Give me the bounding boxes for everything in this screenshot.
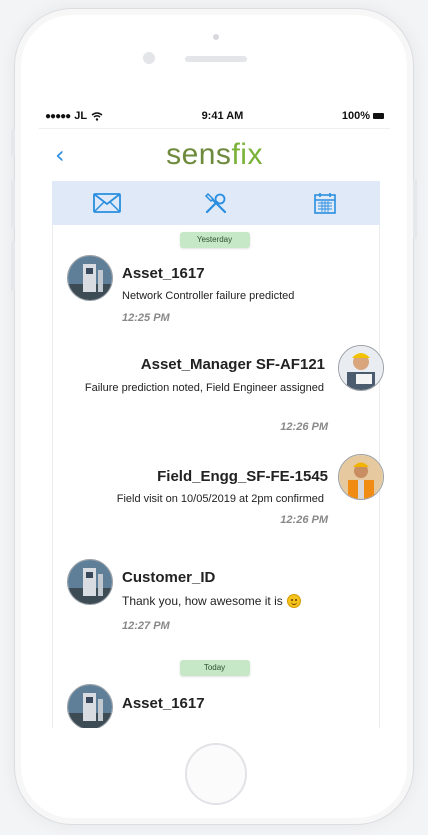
asset-avatar bbox=[67, 684, 113, 728]
message-text: Failure prediction noted, Field Engineer… bbox=[84, 382, 324, 394]
carrier-label: JL bbox=[74, 110, 88, 122]
message-time: 12:27 PM bbox=[122, 620, 170, 632]
date-divider-today: Today bbox=[179, 660, 250, 676]
message-time: 12:25 PM bbox=[122, 312, 170, 324]
home-button[interactable] bbox=[185, 743, 247, 805]
app-header: ‹ sensfix bbox=[39, 129, 390, 181]
battery-icon bbox=[373, 113, 384, 119]
smile-emoji-icon bbox=[286, 594, 301, 608]
message-text: Network Controller failure predicted bbox=[122, 290, 295, 302]
status-time: 9:41 AM bbox=[201, 110, 244, 122]
mail-icon[interactable] bbox=[92, 191, 122, 215]
front-camera bbox=[143, 52, 155, 64]
asset-avatar bbox=[67, 255, 113, 301]
earpiece-speaker bbox=[185, 56, 247, 62]
message-text: Thank you, how awesome it is bbox=[122, 594, 301, 608]
volume-up-button bbox=[11, 179, 15, 229]
app-screen: ●●●●● JL 9:41 AM 100% ‹ sensfix Yesterda… bbox=[39, 104, 390, 728]
chat-thread[interactable]: Yesterday Asset_1617 Network Controller … bbox=[39, 225, 390, 728]
wifi-icon bbox=[91, 111, 103, 121]
tools-icon[interactable] bbox=[201, 191, 231, 215]
message-item: Customer_ID Thank you, how awesome it is… bbox=[39, 548, 390, 660]
sender-name: Asset_1617 bbox=[122, 695, 205, 712]
date-divider-yesterday: Yesterday bbox=[179, 232, 250, 248]
message-time: 12:26 PM bbox=[280, 421, 328, 433]
proximity-sensor bbox=[213, 34, 219, 40]
message-text: Field visit on 10/05/2019 at 2pm confirm… bbox=[116, 493, 324, 505]
message-item: Asset_Manager SF-AF121 Failure predictio… bbox=[39, 345, 390, 456]
message-time: 12:26 PM bbox=[280, 514, 328, 526]
status-bar: ●●●●● JL 9:41 AM 100% bbox=[39, 104, 390, 129]
sender-name: Customer_ID bbox=[122, 569, 216, 586]
volume-down-button bbox=[11, 241, 15, 291]
message-item: Field_Engg_SF-FE-1545 Field visit on 10/… bbox=[39, 454, 390, 548]
sender-name: Asset_Manager SF-AF121 bbox=[140, 356, 325, 373]
message-item: Asset_1617 bbox=[39, 676, 390, 728]
chevron-left-icon[interactable]: ‹ bbox=[55, 141, 65, 169]
toolbar bbox=[52, 181, 380, 225]
manager-avatar bbox=[338, 345, 384, 391]
power-button bbox=[413, 179, 417, 239]
sensfix-logo: sensfix bbox=[166, 138, 263, 171]
message-item: Asset_1617 Network Controller failure pr… bbox=[39, 248, 390, 348]
signal-icon: ●●●●● bbox=[45, 110, 71, 122]
battery-label: 100% bbox=[341, 110, 370, 122]
sender-name: Field_Engg_SF-FE-1545 bbox=[157, 468, 328, 485]
sender-name: Asset_1617 bbox=[122, 265, 205, 282]
engineer-avatar bbox=[338, 454, 384, 500]
calendar-icon[interactable] bbox=[310, 191, 340, 215]
customer-avatar bbox=[67, 559, 113, 605]
mute-switch bbox=[11, 129, 15, 157]
